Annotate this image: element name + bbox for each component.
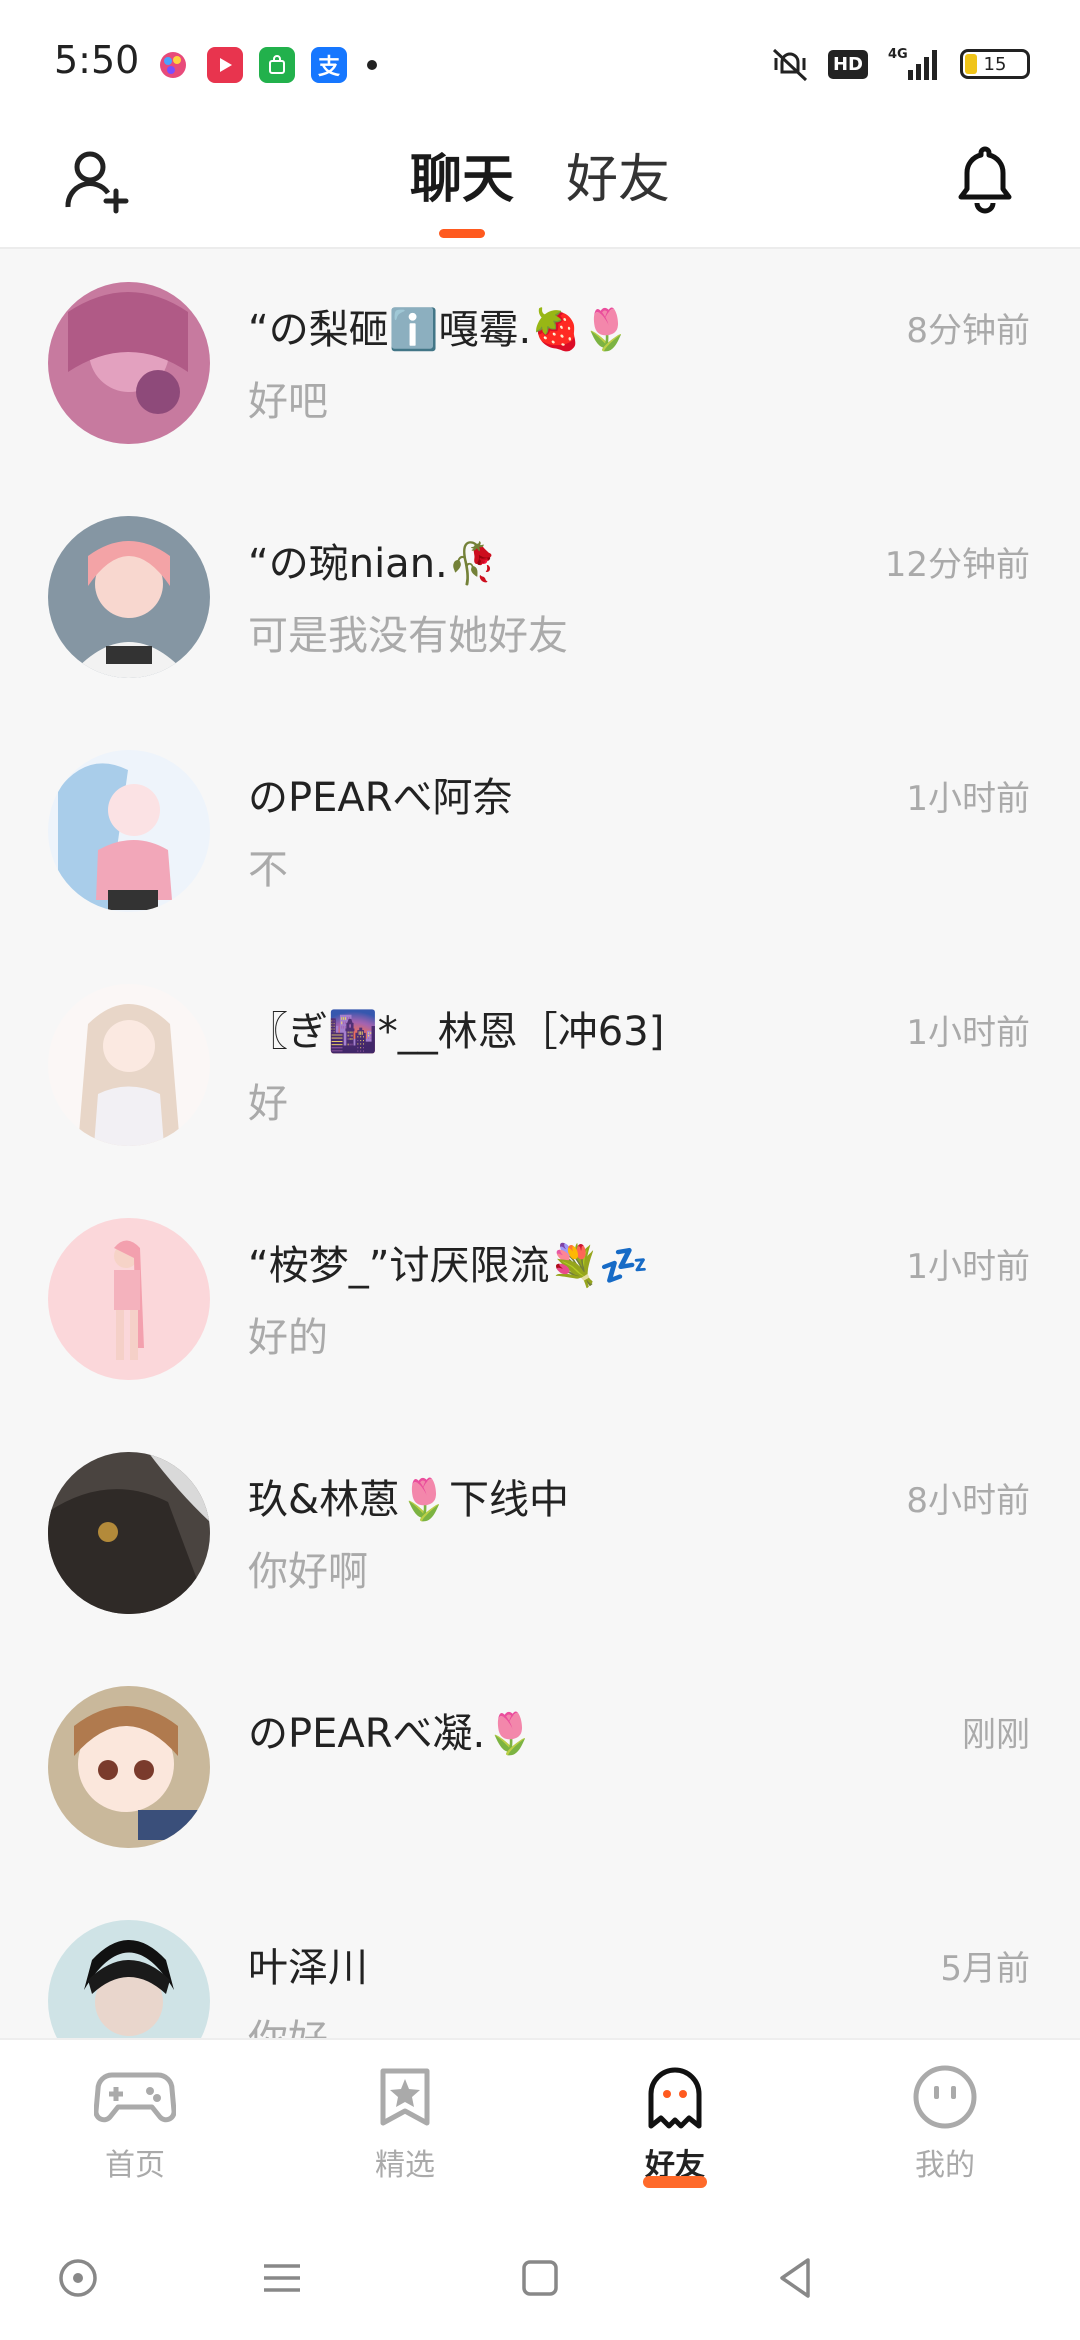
notification-icons: 支	[155, 47, 377, 83]
svg-text:4G: 4G	[888, 47, 908, 62]
gamepad-icon	[94, 2064, 176, 2130]
chat-last-message: 你好	[248, 2007, 328, 2039]
chat-name: “桉梦_”讨厌限流💐💤	[248, 1243, 650, 1289]
chat-name: のPEARべ阿奈	[248, 775, 513, 821]
bell-icon[interactable]	[952, 143, 1018, 215]
avatar[interactable]	[48, 984, 210, 1146]
avatar[interactable]	[48, 282, 210, 444]
chat-name: 〖ぎ🌆*__林恩［冲63]	[248, 1009, 665, 1055]
nav-featured[interactable]: 精选	[315, 2064, 495, 2184]
chat-name: 玖&林蒽🌷下线中	[248, 1477, 569, 1523]
smiley-icon	[904, 2064, 986, 2130]
chat-row[interactable]: のPEARべ凝.🌷 刚刚	[0, 1653, 1080, 1887]
chat-name: “の琬nian.🥀	[248, 541, 498, 587]
nav-label: 精选	[375, 2148, 435, 2183]
palette-app-icon	[155, 47, 191, 83]
system-navigation-bar	[0, 2218, 1080, 2340]
chat-time: 12分钟前	[884, 545, 1030, 585]
alipay-app-icon: 支	[311, 47, 347, 83]
chat-row[interactable]: “の琬nian.🥀 可是我没有她好友 12分钟前	[0, 483, 1080, 717]
chat-time: 8小时前	[906, 1481, 1030, 1521]
chat-row[interactable]: “桉梦_”讨厌限流💐💤 好的 1小时前	[0, 1185, 1080, 1419]
nav-label: 我的	[915, 2148, 975, 2183]
avatar[interactable]	[48, 750, 210, 912]
assistant-icon[interactable]	[54, 2254, 102, 2302]
video-app-icon	[207, 47, 243, 83]
active-indicator	[643, 2176, 707, 2188]
nav-label: 首页	[105, 2148, 165, 2183]
avatar[interactable]	[48, 1686, 210, 1848]
chat-row[interactable]: 玖&林蒽🌷下线中 你好啊 8小时前	[0, 1419, 1080, 1653]
chat-last-message: 你好啊	[248, 1549, 368, 1595]
chat-name: 叶泽川	[248, 1945, 368, 1991]
system-status-icons: HD 4G 15	[768, 44, 1030, 84]
chat-time: 1小时前	[906, 1013, 1030, 1053]
more-notifications-dot	[367, 60, 377, 70]
avatar[interactable]	[48, 1920, 210, 2039]
chat-last-message: 好的	[248, 1315, 328, 1361]
tab-chat[interactable]: 聊天	[410, 137, 514, 238]
chat-row[interactable]: 〖ぎ🌆*__林恩［冲63] 好 1小时前	[0, 951, 1080, 1185]
tab-friends[interactable]: 好友	[566, 137, 670, 238]
bottom-navigation: 首页 精选 好友 我的	[0, 2038, 1080, 2220]
avatar[interactable]	[48, 1452, 210, 1614]
store-app-icon	[259, 47, 295, 83]
nav-home[interactable]: 首页	[45, 2064, 225, 2184]
back-icon[interactable]	[772, 2254, 820, 2302]
chat-last-message: 不	[248, 847, 288, 893]
chat-time: 8分钟前	[906, 311, 1030, 351]
menu-icon[interactable]	[258, 2254, 306, 2302]
chat-row[interactable]: “の梨砸ℹ️嘎霉.🍓🌷 好吧 8分钟前	[0, 249, 1080, 483]
chat-time: 1小时前	[906, 779, 1030, 819]
chat-time: 1小时前	[906, 1247, 1030, 1287]
hd-voice-icon: HD	[827, 49, 868, 79]
signal-4g-icon: 4G	[888, 47, 937, 80]
nav-me[interactable]: 我的	[855, 2064, 1035, 2184]
chat-name: のPEARべ凝.🌷	[248, 1711, 536, 1757]
chat-row[interactable]: 叶泽川 你好 5月前	[0, 1887, 1080, 2039]
status-bar: 5:50 支 HD 4G 15	[0, 0, 1080, 125]
nav-friends[interactable]: 好友	[585, 2064, 765, 2188]
chat-time: 刚刚	[962, 1715, 1030, 1755]
avatar[interactable]	[48, 516, 210, 678]
chat-list[interactable]: “の梨砸ℹ️嘎霉.🍓🌷 好吧 8分钟前 “の琬nian.🥀 可是我没有她好友 1…	[0, 249, 1080, 2039]
home-icon[interactable]	[516, 2254, 564, 2302]
header-tabs: 聊天 好友	[0, 137, 1080, 238]
chat-name: “の梨砸ℹ️嘎霉.🍓🌷	[248, 307, 631, 353]
chat-time: 5月前	[940, 1949, 1030, 1989]
chat-row[interactable]: のPEARべ阿奈 不 1小时前	[0, 717, 1080, 951]
clock: 5:50	[54, 38, 140, 82]
star-bookmark-icon	[364, 2064, 446, 2130]
mute-vibrate-icon	[772, 48, 808, 82]
chat-last-message: 好	[248, 1081, 288, 1127]
chat-last-message: 好吧	[248, 379, 328, 425]
ghost-icon	[634, 2064, 716, 2130]
avatar[interactable]	[48, 1218, 210, 1380]
chat-last-message: 可是我没有她好友	[248, 613, 568, 659]
top-header: 聊天 好友	[0, 125, 1080, 249]
battery-icon: 15	[960, 49, 1030, 79]
